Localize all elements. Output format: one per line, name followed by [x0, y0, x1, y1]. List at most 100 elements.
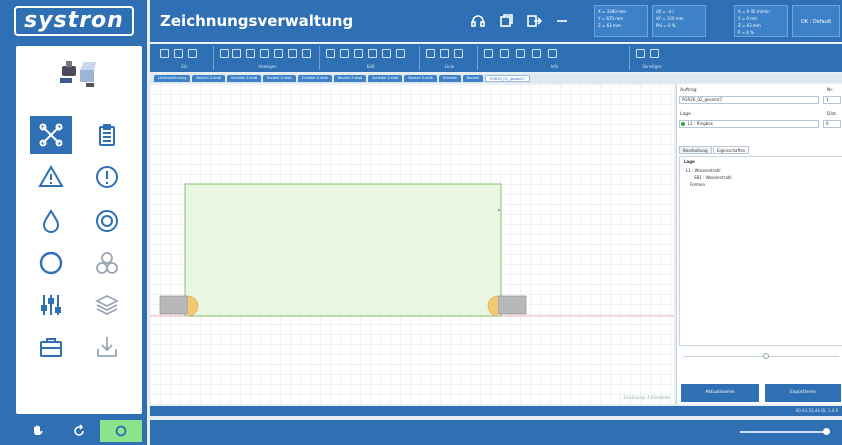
drawing-canvas[interactable]: Zeichnung: 4 Elemente: [150, 84, 674, 404]
tab-bearbeitung[interactable]: Bearbeitung: [679, 146, 712, 154]
warning-button[interactable]: [30, 158, 72, 196]
redo-icon[interactable]: [232, 49, 241, 58]
exportieren-button[interactable]: Exportieren: [765, 384, 841, 402]
water-button[interactable]: [30, 202, 72, 240]
lage-select[interactable]: L1 : Ringbox: [679, 120, 819, 128]
headset-icon[interactable]: [470, 13, 486, 29]
dist-label: Dist.: [827, 112, 838, 117]
part-outline-rect[interactable]: [184, 183, 502, 317]
doc-tab-active[interactable]: PGR26_02_gesamt7: [484, 75, 530, 82]
toolbox-icon: [40, 338, 62, 357]
zoom-in-icon[interactable]: [260, 49, 269, 58]
circle-button[interactable]: [30, 244, 72, 282]
doc-tab[interactable]: Bauteil Z-stoß: [333, 75, 367, 82]
gauge-icon: [96, 210, 118, 232]
tree-item[interactable]: SB1 : Wasserstrahl: [694, 175, 732, 180]
opacity-slider-thumb[interactable]: [763, 353, 769, 359]
angle-icon[interactable]: [650, 49, 659, 58]
auftrag-field[interactable]: PGR26_02_gesamt7: [679, 96, 819, 104]
tab-eigenschaften[interactable]: Eigenschaften: [713, 146, 750, 154]
minimize-icon[interactable]: [554, 13, 570, 29]
sliders-icon: [41, 295, 61, 315]
doc-tab[interactable]: Linienzeichnung: [154, 75, 191, 82]
nr-field[interactable]: 1: [823, 96, 841, 104]
info-alert-button[interactable]: [86, 158, 128, 196]
cut-tool-button[interactable]: [30, 116, 72, 154]
expand-icon[interactable]: [636, 49, 645, 58]
copy-window-icon[interactable]: [498, 13, 514, 29]
exclamation-circle-icon: [96, 166, 118, 188]
tree-header: Lage: [684, 159, 695, 164]
reset-button[interactable]: [58, 420, 100, 442]
copy-file-icon[interactable]: [174, 49, 183, 58]
measure-icon[interactable]: [484, 49, 493, 58]
copy-icon[interactable]: [326, 49, 335, 58]
tree-item[interactable]: Formen: [690, 182, 705, 187]
hand-button[interactable]: [16, 420, 58, 442]
download-button[interactable]: [86, 328, 128, 366]
arc-icon[interactable]: [454, 49, 463, 58]
hand-icon: [34, 425, 43, 435]
undo-icon[interactable]: [220, 49, 229, 58]
doc-tab[interactable]: Bauteil: [462, 75, 483, 82]
doc-tab[interactable]: Bauteil Z-stoß: [263, 75, 296, 82]
machine-control-strip: [16, 420, 142, 442]
download-tray-icon: [97, 337, 117, 357]
nr-label: Nr.: [827, 88, 834, 93]
mirror-icon[interactable]: [368, 49, 377, 58]
doc-tab[interactable]: Bauteil Z-stoß: [404, 75, 437, 82]
status-text: 00:43:52,44 OL 1,0.6: [795, 408, 838, 413]
left-sidebar: systron: [0, 0, 147, 445]
save-file-icon[interactable]: [188, 49, 197, 58]
zoom-slider-thumb[interactable]: [823, 428, 830, 435]
delete-icon[interactable]: [396, 49, 405, 58]
right-clamp[interactable]: [497, 295, 527, 315]
left-clamp[interactable]: [159, 295, 189, 315]
duplicate-icon[interactable]: [354, 49, 363, 58]
join-icon[interactable]: [548, 49, 557, 58]
toolbar-group-anzeigen: Anzeigen: [216, 46, 320, 70]
speed-readout: X = 0 45 m/min Y = 0 m/s Z = 63 mm P = 4…: [734, 5, 788, 37]
zoom-slider-track[interactable]: [740, 431, 830, 433]
fit-view-icon[interactable]: [302, 49, 311, 58]
toolbox-button[interactable]: [30, 328, 72, 366]
move-icon[interactable]: [288, 49, 297, 58]
toolbar-group-ein: Ein: [156, 46, 214, 70]
cursor-icon[interactable]: [246, 49, 255, 58]
water-drop-icon: [42, 209, 60, 233]
crossed-tools-icon: [39, 123, 63, 147]
doc-tab[interactable]: Scheibe Z-stoß: [368, 75, 403, 82]
doc-tab[interactable]: Scheibe: [438, 75, 461, 82]
line-icon[interactable]: [426, 49, 435, 58]
nesting-button[interactable]: [86, 244, 128, 282]
trim-icon[interactable]: [500, 49, 509, 58]
power-status-button[interactable]: [100, 420, 142, 442]
document-tabs: Linienzeichnung Bauteil Z-stoß Scheibe Z…: [150, 74, 842, 83]
zoom-out-icon[interactable]: [274, 49, 283, 58]
offset-icon[interactable]: [532, 49, 541, 58]
header-bar: Zeichnungsverwaltung X = 3380 mm Y = 675…: [150, 0, 842, 42]
drawing-toolbar: Ein Anzeigen Edit Linie Info Sonstiges: [150, 44, 842, 72]
clipboard-button[interactable]: [86, 116, 128, 154]
aktualisieren-button[interactable]: Aktualisieren: [681, 384, 759, 402]
doc-tab[interactable]: Scheibe Z-stoß: [297, 75, 332, 82]
circle-draw-icon[interactable]: [440, 49, 449, 58]
doc-tab[interactable]: Bauteil Z-stoß: [192, 75, 225, 82]
user-label[interactable]: OK : Default: [792, 5, 840, 37]
rotate-part-icon[interactable]: [382, 49, 391, 58]
exit-icon[interactable]: [526, 13, 542, 29]
extend-icon[interactable]: [516, 49, 525, 58]
tree-item[interactable]: L1 : Wasserstrahl: [686, 168, 720, 173]
new-file-icon[interactable]: [160, 49, 169, 58]
opacity-slider-track[interactable]: [683, 356, 839, 357]
gauge-button[interactable]: [86, 202, 128, 240]
settings-sliders-button[interactable]: [30, 286, 72, 324]
doc-tab[interactable]: Scheibe Z-stoß: [226, 75, 262, 82]
rotate-icon: [74, 424, 84, 436]
layers-button[interactable]: [86, 286, 128, 324]
dist-field[interactable]: 0: [823, 120, 841, 128]
paste-icon[interactable]: [340, 49, 349, 58]
handle-point[interactable]: [497, 208, 501, 212]
nesting-circles-icon: [96, 252, 118, 274]
status-bar: 00:43:52,44 OL 1,0.6: [150, 406, 842, 416]
